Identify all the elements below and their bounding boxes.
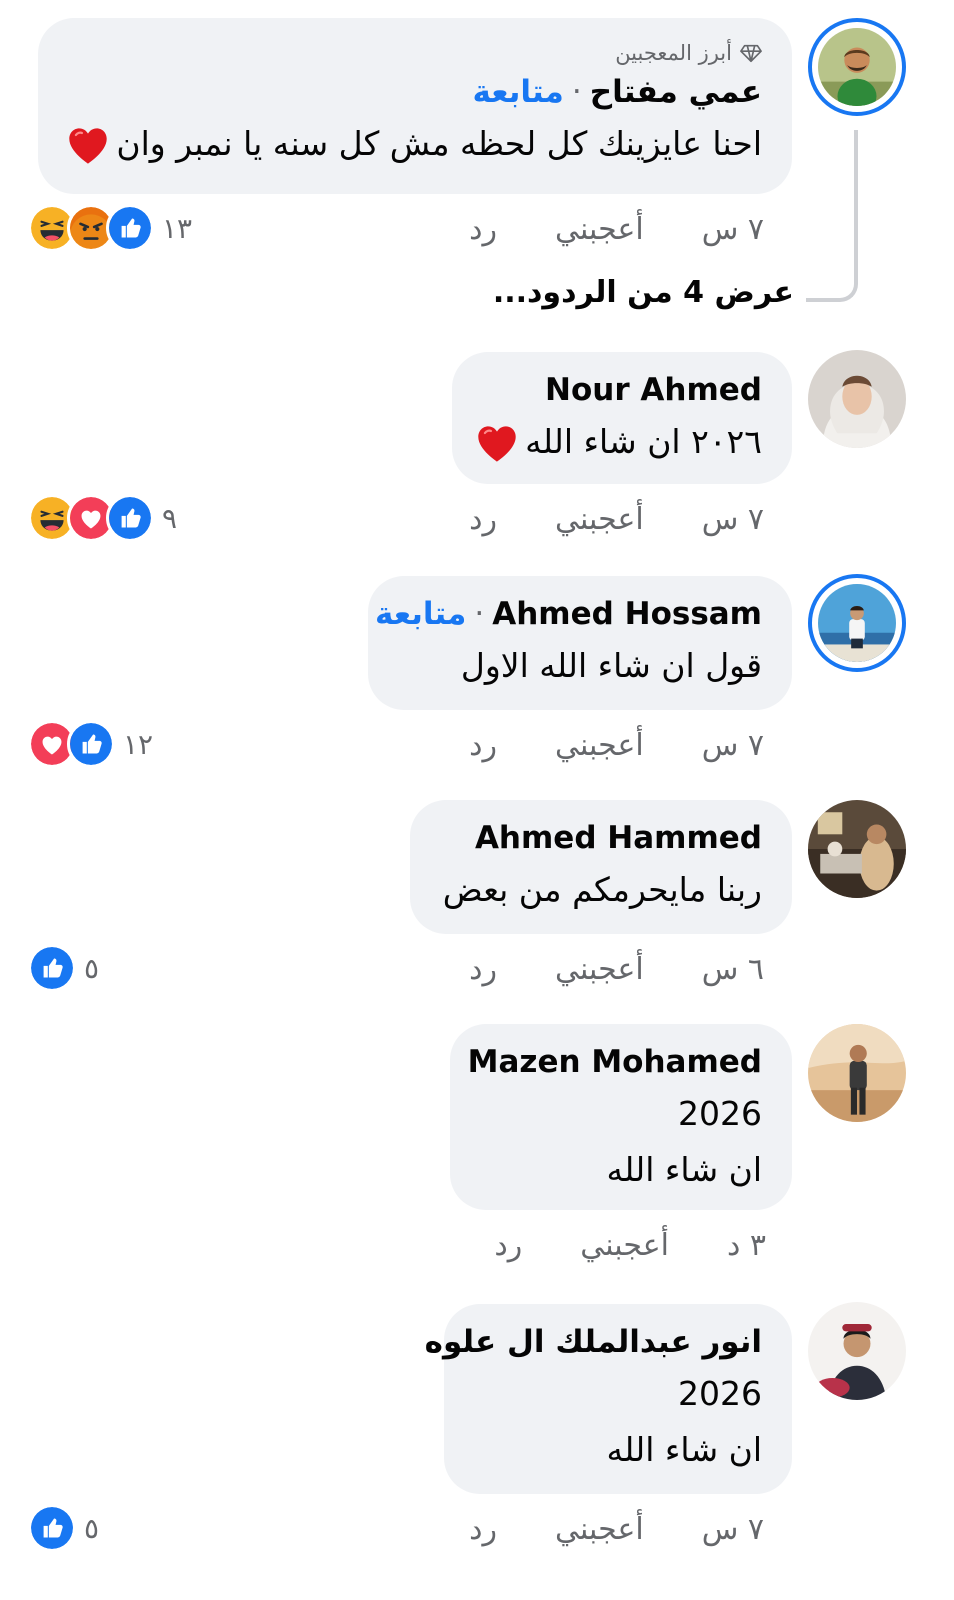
comment-text-content: ٢٠٢٦ ان شاء الله — [525, 422, 762, 461]
comment-actions: ٧ س أعجبني رد — [469, 1512, 764, 1547]
comment-bubble[interactable]: Mazen Mohamed 2026 ان شاء الله — [450, 1024, 792, 1210]
comment-author[interactable]: Mazen Mohamed — [468, 1038, 762, 1086]
comment-author[interactable]: انور عبدالملك ال علوه — [425, 1318, 762, 1366]
reaction-count: ٥ — [84, 1511, 100, 1545]
comment-author[interactable]: Nour Ahmed — [482, 366, 762, 414]
like-icon — [67, 720, 115, 768]
avatar-image — [818, 584, 896, 662]
like-button[interactable]: أعجبني — [555, 502, 644, 537]
comment-actions: ٧ س أعجبني رد — [469, 212, 764, 247]
reaction-count: ١٣ — [162, 211, 193, 245]
red-heart-emoji-icon — [66, 124, 110, 168]
comment-actions: ٧ س أعجبني رد — [469, 502, 764, 537]
avatar-image — [818, 28, 896, 106]
comment-time: ٧ س — [701, 212, 764, 247]
reaction-count: ٩ — [162, 501, 178, 535]
comment-time: ٣ د — [726, 1228, 766, 1263]
top-fan-badge: أبرز المعجبين — [68, 38, 762, 68]
reply-button[interactable]: رد — [494, 1228, 522, 1263]
like-icon — [28, 944, 76, 992]
diamond-icon — [740, 44, 762, 63]
comment-text-line-2: ان شاء الله — [606, 1430, 762, 1469]
like-icon — [106, 204, 154, 252]
comment-actions: ٦ س أعجبني رد — [469, 952, 764, 987]
reaction-summary[interactable]: ٥ — [28, 1504, 99, 1552]
reaction-summary[interactable]: ١٣ — [28, 204, 192, 252]
comment-text: ٢٠٢٦ ان شاء الله — [482, 414, 762, 470]
like-icon — [28, 1504, 76, 1552]
like-button[interactable]: أعجبني — [555, 212, 644, 247]
comment-time: ٧ س — [701, 502, 764, 537]
like-button[interactable]: أعجبني — [555, 1512, 644, 1547]
thread-connector — [806, 130, 858, 302]
comment-author[interactable]: عمي مفتاح — [590, 74, 762, 110]
follow-link[interactable]: متابعة — [472, 74, 563, 110]
comment-text-line-1: 2026 — [678, 1094, 762, 1133]
reaction-summary[interactable]: ٩ — [28, 494, 177, 542]
avatar-image — [808, 1302, 906, 1400]
red-heart-emoji-icon — [475, 422, 519, 466]
reaction-count: ٥ — [84, 951, 100, 985]
reaction-count: ١٢ — [123, 727, 154, 761]
avatar[interactable] — [808, 1302, 906, 1400]
view-replies-link[interactable]: عرض 4 من الردود... — [493, 275, 794, 310]
avatar-image — [808, 1024, 906, 1122]
comment-bubble[interactable]: Ahmed Hammed ربنا مايحرمكم من بعض — [410, 800, 792, 934]
comment-bubble[interactable]: Ahmed Hossam·متابعة قول ان شاء الله الاو… — [368, 576, 792, 710]
avatar-image — [808, 800, 906, 898]
comment-text: قول ان شاء الله الاول — [460, 646, 762, 685]
comment-text-content: احنا عايزينك كل لحظه مش كل سنه يا نمبر و… — [116, 124, 762, 163]
avatar[interactable] — [808, 574, 906, 672]
comment-text: احنا عايزينك كل لحظه مش كل سنه يا نمبر و… — [68, 116, 762, 172]
reaction-summary[interactable]: ٥ — [28, 944, 99, 992]
comment-author-line: عمي مفتاح·متابعة — [68, 68, 762, 116]
follow-link[interactable]: متابعة — [375, 596, 466, 632]
reply-button[interactable]: رد — [469, 212, 497, 247]
avatar[interactable] — [808, 1024, 906, 1122]
like-button[interactable]: أعجبني — [555, 728, 644, 763]
separator-dot: · — [474, 596, 485, 632]
avatar[interactable] — [808, 18, 906, 116]
avatar[interactable] — [808, 350, 906, 448]
comment-bubble[interactable]: Nour Ahmed ٢٠٢٦ ان شاء الله — [452, 352, 792, 484]
reply-button[interactable]: رد — [469, 952, 497, 987]
comment-time: ٧ س — [701, 728, 764, 763]
comment-actions: ٧ س أعجبني رد — [469, 728, 764, 763]
reaction-summary[interactable]: ١٢ — [28, 720, 153, 768]
comment-text: ربنا مايحرمكم من بعض — [442, 870, 762, 909]
avatar[interactable] — [808, 800, 906, 898]
like-icon — [106, 494, 154, 542]
separator-dot: · — [571, 74, 582, 110]
comment-author-line: Ahmed Hossam·متابعة — [375, 590, 762, 638]
comment-author[interactable]: Ahmed Hossam — [492, 596, 762, 632]
reply-button[interactable]: رد — [469, 502, 497, 537]
comment-actions: ٣ د أعجبني رد — [494, 1228, 766, 1263]
like-button[interactable]: أعجبني — [580, 1228, 669, 1263]
like-button[interactable]: أعجبني — [555, 952, 644, 987]
reply-button[interactable]: رد — [469, 1512, 497, 1547]
comment-text-line-2: ان شاء الله — [606, 1150, 762, 1189]
comment-author[interactable]: Ahmed Hammed — [440, 814, 762, 862]
comment-time: ٧ س — [701, 1512, 764, 1547]
badge-label: أبرز المعجبين — [615, 41, 732, 65]
comment-text-line-1: 2026 — [678, 1374, 762, 1413]
comment-bubble[interactable]: أبرز المعجبين عمي مفتاح·متابعة احنا عايز… — [38, 18, 792, 194]
comment-time: ٦ س — [701, 952, 764, 987]
avatar-image — [808, 350, 906, 448]
comment-bubble[interactable]: انور عبدالملك ال علوه 2026 ان شاء الله — [425, 1304, 792, 1494]
reply-button[interactable]: رد — [469, 728, 497, 763]
